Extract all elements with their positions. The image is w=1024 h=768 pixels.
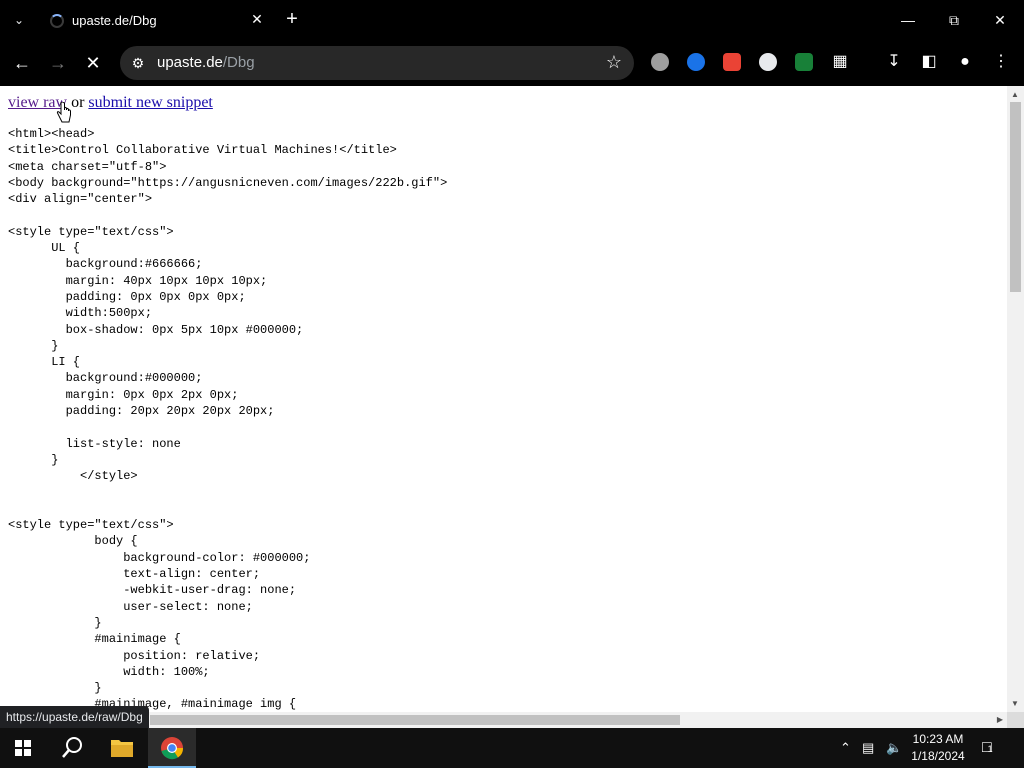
- back-arrow-left-icon[interactable]: ←: [10, 51, 34, 75]
- submit-new-snippet-link[interactable]: submit new snippet: [88, 94, 212, 111]
- browser-toolbar: ← → ✕ ⚙ upaste.de/Dbg ☆ ▦ ↧ ◧ ● ⋮: [0, 40, 1024, 86]
- tab-search-chevron-down-icon[interactable]: ⌄: [8, 10, 30, 30]
- hand-cursor-icon: [56, 102, 71, 123]
- vertical-scrollbar[interactable]: ▲ ▼: [1007, 86, 1024, 712]
- extension-infinity-icon[interactable]: [687, 53, 705, 71]
- file-explorer-button[interactable]: [98, 728, 146, 768]
- search-icon: [62, 737, 82, 758]
- horizontal-scrollbar[interactable]: ▶: [0, 712, 1007, 728]
- or-text: or: [71, 94, 85, 111]
- tab-close-icon[interactable]: ✕: [248, 10, 266, 28]
- extension-globe-icon[interactable]: [651, 53, 669, 71]
- notification-count: 1: [987, 744, 993, 754]
- bookmark-star-icon[interactable]: ☆: [606, 52, 622, 72]
- title-bar: ⌄ upaste.de/Dbg ✕ + — ⧉ ✕: [0, 0, 1024, 40]
- windows-taskbar: ⌃ ▤ 🔈 10:23 AM 1/18/2024 □1: [0, 728, 1024, 768]
- minimize-icon[interactable]: —: [896, 8, 920, 32]
- start-button[interactable]: [0, 728, 48, 768]
- url-path: /Dbg: [222, 54, 255, 71]
- folder-icon: [111, 740, 133, 757]
- downloads-download-icon[interactable]: ↧: [883, 51, 905, 73]
- show-hidden-icons-chevron-up-icon[interactable]: ⌃: [840, 738, 851, 758]
- network-icon[interactable]: ▤: [862, 738, 874, 758]
- volume-muted-icon[interactable]: 🔈: [886, 738, 902, 758]
- vertical-scroll-thumb[interactable]: [1010, 102, 1021, 292]
- windows-logo-icon: [15, 740, 31, 756]
- forward-arrow-right-icon[interactable]: →: [46, 51, 70, 75]
- search-button[interactable]: [48, 728, 96, 768]
- chrome-icon: [161, 737, 184, 760]
- url-text[interactable]: upaste.de/Dbg: [157, 54, 255, 71]
- chrome-taskbar-button[interactable]: [148, 728, 196, 768]
- url-host: upaste.de: [157, 54, 223, 71]
- window-close-icon[interactable]: ✕: [988, 8, 1012, 32]
- profile-person-icon[interactable]: ●: [954, 51, 976, 73]
- extensions-puzzle-icon[interactable]: ▦: [829, 51, 851, 73]
- site-info-tune-icon[interactable]: ⚙: [128, 53, 148, 73]
- scroll-down-arrow-icon[interactable]: ▼: [1011, 699, 1019, 708]
- code-snippet: <html><head> <title>Control Collaborativ…: [8, 127, 448, 712]
- extension-clock-icon[interactable]: [759, 53, 777, 71]
- scroll-up-arrow-icon[interactable]: ▲: [1011, 90, 1019, 99]
- extension-record-icon[interactable]: [723, 53, 741, 71]
- address-bar[interactable]: ⚙ upaste.de/Dbg ☆: [120, 46, 634, 80]
- extension-s-icon[interactable]: [795, 53, 813, 71]
- tab-title: upaste.de/Dbg: [72, 13, 157, 28]
- tab-active[interactable]: upaste.de/Dbg ✕: [38, 4, 272, 40]
- clock-date: 1/18/2024: [911, 749, 965, 763]
- scrollbar-corner: [1007, 712, 1024, 728]
- side-panel-icon[interactable]: ◧: [918, 51, 940, 73]
- system-clock[interactable]: 10:23 AM 1/18/2024: [908, 731, 968, 765]
- loading-spinner-icon: [50, 14, 64, 28]
- status-bubble-url: https://upaste.de/raw/Dbg: [0, 706, 149, 728]
- new-tab-plus-icon[interactable]: +: [282, 9, 302, 29]
- clock-time: 10:23 AM: [912, 732, 964, 746]
- action-center-notification-icon[interactable]: □1: [982, 738, 993, 759]
- scroll-right-arrow-icon[interactable]: ▶: [997, 715, 1003, 724]
- menu-kebab-icon[interactable]: ⋮: [990, 51, 1012, 73]
- horizontal-scroll-thumb[interactable]: [150, 715, 680, 725]
- page-content: view raw or submit new snippet <html><he…: [0, 86, 1024, 728]
- stop-loading-close-icon[interactable]: ✕: [81, 51, 105, 75]
- snippet-actions: view raw or submit new snippet: [8, 94, 213, 112]
- restore-icon[interactable]: ⧉: [942, 8, 966, 32]
